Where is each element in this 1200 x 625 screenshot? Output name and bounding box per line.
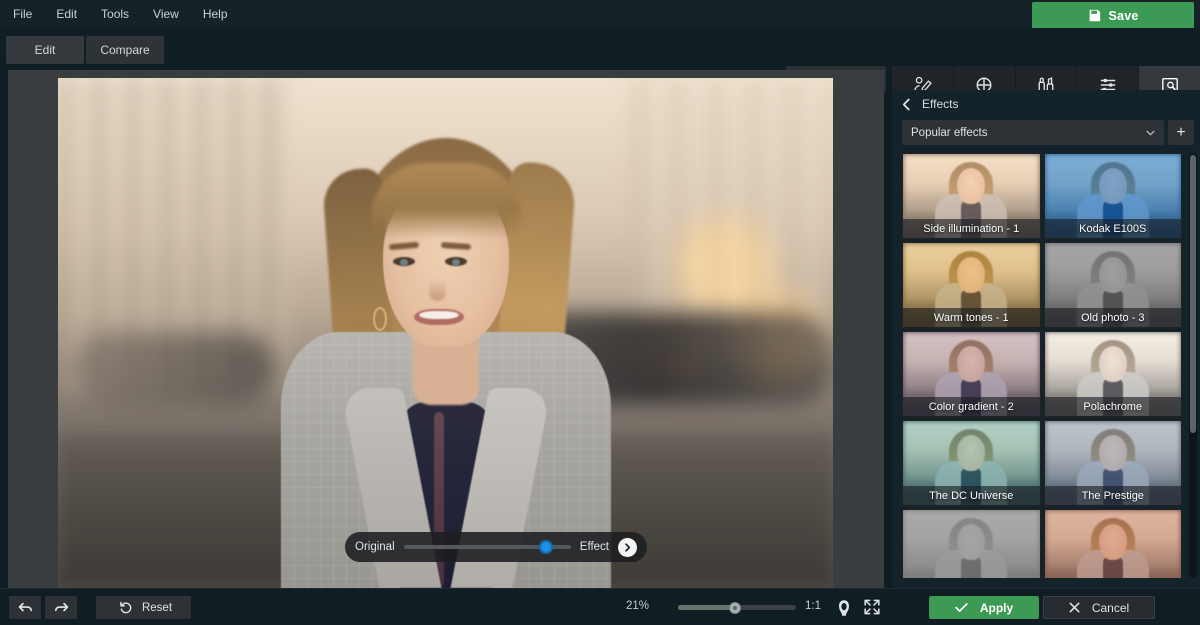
close-icon [1069,602,1080,613]
menu-item-file[interactable]: File [2,3,43,25]
bottom-bar: Reset 21% 1:1 Apply Cancel [0,588,1200,625]
tab-edit[interactable]: Edit [6,36,84,64]
subject-teeth [418,311,459,319]
mode-tab-group: Edit Compare [6,36,164,64]
menu-item-view[interactable]: View [142,3,190,25]
chevron-right-icon[interactable] [618,537,637,557]
redo-button[interactable] [45,596,77,619]
effect-card[interactable]: Polachrome [1043,331,1182,417]
apply-button-label: Apply [979,600,1014,615]
apply-button[interactable]: Apply [929,596,1039,619]
compare-original-label: Original [355,541,395,553]
reset-icon [119,601,133,615]
tab-compare-label: Compare [100,43,150,57]
save-button-label: Save [1108,8,1139,23]
compare-slider-track[interactable] [403,540,571,554]
effect-card[interactable] [1043,509,1182,578]
zoom-slider-handle[interactable] [728,601,741,614]
photo-cars-left [73,333,275,405]
cancel-button-label: Cancel [1091,600,1130,615]
effect-label: Polachrome [1044,397,1181,416]
undo-button[interactable] [9,596,41,619]
effect-card[interactable]: Color gradient - 2 [902,331,1041,417]
effect-card[interactable]: Kodak E100S [1043,153,1182,239]
menu-item-edit[interactable]: Edit [45,3,88,25]
compare-slider-handle[interactable] [538,540,553,554]
effect-label: The DC Universe [903,486,1040,505]
scrollbar-thumb[interactable] [1190,155,1196,433]
effect-thumbnail [1044,510,1181,578]
effects-panel-scrollbar[interactable] [1189,153,1197,578]
check-icon [955,602,968,613]
effect-card[interactable] [902,509,1041,578]
effect-card[interactable]: The Prestige [1043,420,1182,506]
reset-button[interactable]: Reset [96,596,191,619]
effects-grid: Side illumination - 1 Kodak E100S Warm ton… [902,153,1182,578]
face-detect-icon[interactable] [834,598,854,618]
effect-thumbnail [903,510,1040,578]
redo-icon [54,601,69,614]
photo-subject [280,129,611,588]
undo-icon [18,601,33,614]
cancel-button[interactable]: Cancel [1043,596,1155,619]
effect-label: Old photo - 3 [1044,308,1181,327]
original-effect-compare-slider[interactable]: Original Effect [345,532,647,562]
effect-label: The Prestige [1044,486,1181,505]
effect-thumb-tint [1044,510,1181,578]
subject-hair-top [370,163,521,239]
zoom-percent-label: 21% [626,600,650,612]
chevron-left-icon[interactable] [902,98,911,111]
menu-bar: File Edit Tools View Help Save [0,0,1200,29]
effect-label: Side illumination - 1 [903,219,1040,238]
subject-iris-left [399,259,408,266]
zoom-ratio-label: 1:1 [805,600,821,612]
effects-category-value: Popular effects [911,126,988,139]
effect-card[interactable]: Warm tones - 1 [902,242,1041,328]
effect-label: Kodak E100S [1044,219,1181,238]
compare-effect-label: Effect [579,541,609,553]
reset-button-label: Reset [141,601,173,614]
image-canvas[interactable]: Original Effect [8,70,884,588]
effect-card[interactable]: Old photo - 3 [1043,242,1182,328]
save-button[interactable]: Save [1032,2,1194,29]
tab-compare[interactable]: Compare [86,36,164,64]
chevron-down-icon [1146,130,1155,136]
effect-label: Warm tones - 1 [903,308,1040,327]
edited-photo: Original Effect [58,78,833,588]
menu-item-tools[interactable]: Tools [90,3,140,25]
zoom-slider-fill [678,605,735,610]
effect-label: Color gradient - 2 [903,397,1040,416]
preset-row: Popular effects + [892,118,1200,145]
effect-card[interactable]: Side illumination - 1 [902,153,1041,239]
floppy-disk-icon [1088,9,1101,22]
zoom-slider[interactable] [678,601,796,614]
add-effect-button[interactable]: + [1168,120,1194,145]
effects-panel: Effects Popular effects + Side illuminat… [892,90,1200,588]
panel-header: Effects [892,90,1200,118]
photo-editor-window: File Edit Tools View Help Save Edit Comp… [0,0,1200,625]
subject-iris-right [451,259,460,266]
subject-earring [372,307,387,331]
effects-category-dropdown[interactable]: Popular effects [902,120,1164,145]
tab-edit-label: Edit [34,43,56,57]
menu-item-help[interactable]: Help [192,3,239,25]
effect-thumb-tint [903,510,1040,578]
subject-nose [428,279,446,301]
panel-title: Effects [922,97,959,111]
effect-card[interactable]: The DC Universe [902,420,1041,506]
fit-to-screen-icon[interactable] [863,598,883,618]
